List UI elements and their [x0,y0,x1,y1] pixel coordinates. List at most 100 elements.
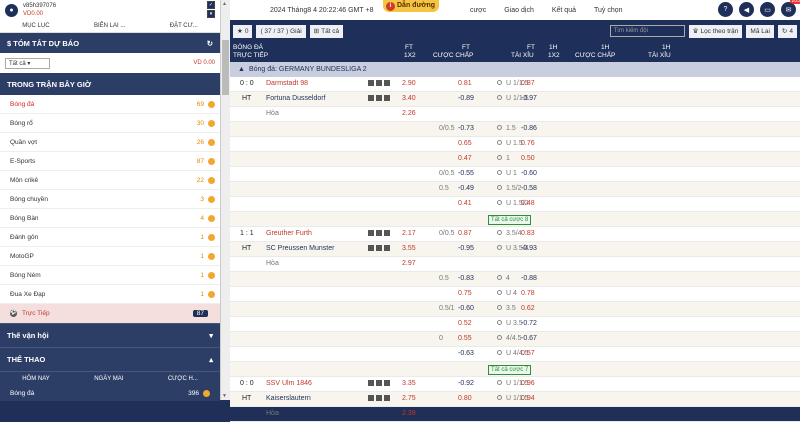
handicap-odds[interactable]: -0.49 [458,185,474,192]
favorites-button[interactable]: ★ 0 [233,24,253,38]
handicap-odds[interactable]: -0.89 [458,95,474,102]
video-icon[interactable] [376,395,382,401]
handicap-odds[interactable]: 0.55 [458,335,472,342]
message-icon[interactable]: ✉ 205 [781,0,800,17]
handicap-odds[interactable]: 0.81 [458,80,472,87]
odds-1x2-away[interactable]: 3.40 [402,95,416,102]
lineup-icon[interactable] [368,95,374,101]
handicap-odds[interactable]: 0.75 [458,290,472,297]
scroll-down-icon[interactable]: ▼ [222,393,227,399]
home-team[interactable]: SSV Ulm 1846 [266,380,312,387]
video-icon[interactable] [376,95,382,101]
summary-select[interactable]: Tất cả ▾ [5,57,50,69]
help-icon[interactable]: ? [718,2,733,17]
ou-odds[interactable]: 0.50 [521,155,535,162]
info-icon[interactable] [384,95,390,101]
sidebar-item-sport[interactable]: Bóng Bàn 4 [0,209,220,228]
stats-icon[interactable] [368,230,374,236]
user-menu-item[interactable]: BIÊN LAI ... [94,23,125,29]
sidebar-item-sport[interactable]: Quần vợt 26 [0,133,220,152]
speaker-icon[interactable]: ◀ [739,2,754,17]
ou-odds[interactable]: -0.67 [521,335,537,342]
nav-options[interactable]: Tuỳ chọn [594,7,623,14]
select-all-button[interactable]: ⊞ Tất cả [309,24,344,38]
avatar[interactable]: ● [5,3,18,17]
odds-1x2-home[interactable]: 2.90 [402,80,416,87]
handicap-odds[interactable]: 0.80 [458,395,472,402]
chart-icon[interactable] [384,230,390,236]
away-team[interactable]: SC Preussen Munster [266,245,334,252]
ou-odds[interactable]: 0.48 [521,200,535,207]
scroll-thumb[interactable] [222,40,229,95]
odds-1x2-away[interactable]: 3.55 [402,245,416,252]
ou-odds[interactable]: -0.60 [521,170,537,177]
nav-bet[interactable]: cược [470,7,486,14]
home-team[interactable]: Greuther Furth [266,230,312,237]
sidebar-item-sport[interactable]: Môn crikê 22 [0,171,220,190]
all-bets-button[interactable]: Tất cả cược 8 [488,215,532,225]
odds-1x2-away[interactable]: 2.75 [402,395,416,402]
handicap-odds[interactable]: 0.65 [458,140,472,147]
stats-icon[interactable] [368,80,374,86]
sidebar-item-sport[interactable]: Đánh gôn 1 [0,228,220,247]
odds-1x2-home[interactable]: 3.35 [402,380,416,387]
info-icon[interactable] [384,245,390,251]
odds-1x2-draw[interactable]: 2.97 [402,260,416,267]
league-count-button[interactable]: ( 37 / 37 ) Giải [256,24,306,38]
ou-odds[interactable]: -0.88 [521,275,537,282]
odds-1x2-draw[interactable]: 2.26 [402,110,416,117]
sidebar-item-sport[interactable]: Bóng chuyền 3 [0,190,220,209]
info-icon[interactable] [384,395,390,401]
tab-tomorrow[interactable]: NGÀY MAI [94,376,123,382]
odds-1x2-draw[interactable]: 2.39 [402,410,416,417]
handicap-odds[interactable]: -0.92 [458,380,474,387]
handicap-odds[interactable]: -0.63 [458,350,474,357]
ou-odds[interactable]: -0.72 [521,320,537,327]
sidebar-item-truc-tiep[interactable]: ⚽ Trực Tiếp 87 [0,304,220,323]
user-menu-item[interactable]: MỤC LỤC [22,23,49,29]
ou-odds[interactable]: -0.93 [521,245,537,252]
home-team[interactable]: Darmstadt 98 [266,80,308,87]
ou-odds[interactable]: 0.96 [521,380,535,387]
sidebar-item-sport[interactable]: Bóng rổ 30 [0,114,220,133]
ou-odds[interactable]: 0.62 [521,305,535,312]
refresh-button[interactable]: ↻ 4 [777,24,797,38]
odds-format-button[interactable]: Mã Lai [746,24,774,38]
handicap-odds[interactable]: -0.73 [458,125,474,132]
tab-today[interactable]: HÔM NAY [22,376,50,382]
tv-icon[interactable] [376,380,382,386]
ou-odds[interactable]: 0.57 [521,350,535,357]
chart-icon[interactable] [384,380,390,386]
ou-odds[interactable]: 0.83 [521,230,535,237]
handicap-odds[interactable]: 0.52 [458,320,472,327]
ou-odds[interactable]: 0.76 [521,140,535,147]
ou-odds[interactable]: 0.78 [521,290,535,297]
refresh-icon[interactable]: ↻ [207,39,213,48]
away-team[interactable]: Kaiserslautern [266,395,311,402]
nav-transactions[interactable]: Giao dịch [504,7,534,14]
checkbox-icon[interactable]: ✓ [207,1,215,9]
guide-button[interactable]: i Dẫn đường [383,0,440,12]
chart-icon[interactable] [384,80,390,86]
sidebar-item-sport[interactable]: E-Sports 87 [0,152,220,171]
stats-icon[interactable] [368,380,374,386]
scroll-up-icon[interactable]: ▲ [222,1,227,7]
sports-header[interactable]: THỂ THAO ▴ [0,347,220,371]
nav-results[interactable]: Kết quả [552,7,576,14]
sidebar-item-sport[interactable]: Đua Xe Đạp 1 [0,285,220,304]
user-menu-item[interactable]: ĐẶT CƯ... [170,23,198,29]
sidebar-item-sport[interactable]: MotoGP 1 [0,247,220,266]
away-team[interactable]: Fortuna Dusseldorf [266,95,326,102]
sidebar-scrollbar[interactable]: ▲ ▼ [220,0,230,400]
ou-odds[interactable]: 0.94 [521,395,535,402]
team-search-input[interactable]: Tìm kiếm đội [609,25,685,37]
monitor-icon[interactable]: ▭ [760,2,775,17]
filter-by-match-button[interactable]: ♛ Lọc theo trận [688,24,743,38]
handicap-odds[interactable]: 0.87 [458,230,472,237]
ou-odds[interactable]: 0.87 [521,80,535,87]
ou-odds[interactable]: -0.86 [521,125,537,132]
handicap-odds[interactable]: 0.47 [458,155,472,162]
tv-icon[interactable] [376,230,382,236]
sidebar-item-bottom-sport[interactable]: Bóng đá 396 [0,385,220,401]
olympics-header[interactable]: Thế vận hội ▾ [0,323,220,347]
